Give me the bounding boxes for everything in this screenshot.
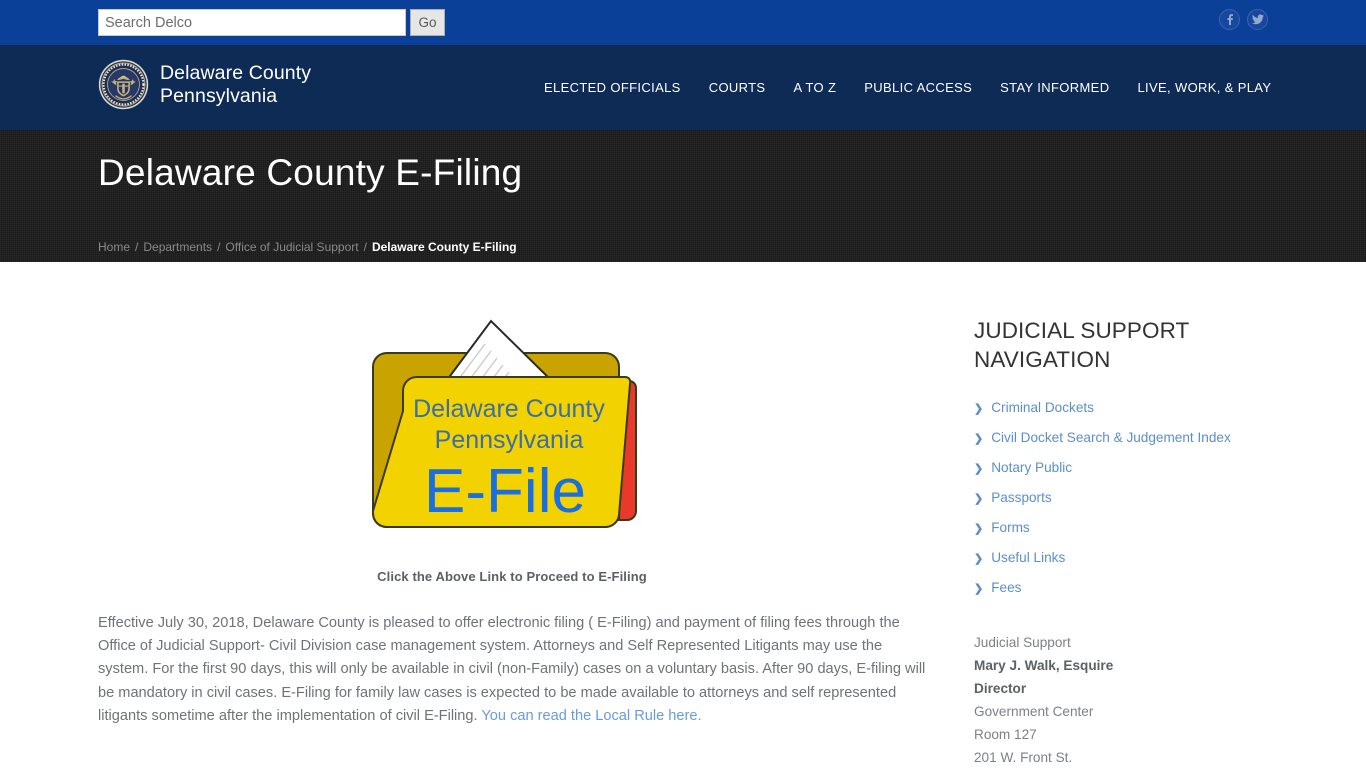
search-input[interactable] (98, 9, 406, 36)
list-item: ❯ Civil Docket Search & Judgement Index (974, 422, 1274, 452)
local-rule-link[interactable]: You can read the Local Rule here. (481, 708, 701, 724)
list-item: ❯ Forms (974, 512, 1274, 542)
sidebar-item-useful-links[interactable]: ❯ Useful Links (974, 542, 1274, 572)
contact-name: Mary J. Walk, Esquire (974, 658, 1114, 673)
breadcrumb-separator: / (217, 240, 221, 254)
nav-item-elected-officials[interactable]: ELECTED OFFICIALS (530, 80, 695, 95)
page-title: Delaware County E-Filing (98, 152, 523, 193)
breadcrumb-item-current: Delaware County E-Filing (371, 240, 517, 254)
sidebar-item-label: Notary Public (991, 459, 1073, 475)
search-form: Go (98, 9, 445, 36)
chevron-right-icon: ❯ (974, 432, 984, 445)
efile-caption: Click the Above Link to Proceed to E-Fil… (377, 569, 647, 584)
nav-item-courts[interactable]: COURTS (695, 80, 780, 95)
page-banner: Delaware County E-Filing Home / Departme… (0, 130, 1366, 262)
facebook-icon[interactable] (1219, 9, 1240, 30)
chevron-right-icon: ❯ (974, 492, 984, 505)
efile-figure: Delaware County Pennsylvania E-File Clic… (98, 262, 926, 584)
top-utility-bar: Go (0, 0, 1366, 45)
contact-building: Government Center (974, 704, 1094, 719)
county-seal-icon (98, 59, 149, 110)
sidebar-item-civil-docket-search[interactable]: ❯ Civil Docket Search & Judgement Index (974, 422, 1274, 452)
nav-item-live-work-play[interactable]: LIVE, WORK, & PLAY (1123, 80, 1285, 95)
sidebar-item-label: Passports (991, 489, 1052, 505)
twitter-icon[interactable] (1247, 9, 1268, 30)
sidebar-nav-list: ❯ Criminal Dockets ❯ Civil Docket Search… (974, 374, 1274, 602)
page-content: Delaware County Pennsylvania E-File Clic… (0, 262, 1366, 768)
sidebar-item-label: Criminal Dockets (991, 399, 1094, 415)
sidebar-item-label: Civil Docket Search & Judgement Index (991, 429, 1231, 445)
chevron-right-icon: ❯ (974, 462, 984, 475)
list-item: ❯ Notary Public (974, 452, 1274, 482)
contact-role: Director (974, 681, 1027, 696)
sidebar-item-fees[interactable]: ❯ Fees (974, 572, 1274, 602)
site-header: Delaware County Pennsylvania ELECTED OFF… (0, 45, 1366, 130)
contact-room: Room 127 (974, 727, 1037, 742)
chevron-right-icon: ❯ (974, 522, 984, 535)
sidebar-item-notary-public[interactable]: ❯ Notary Public (974, 452, 1274, 482)
main-column: Delaware County Pennsylvania E-File Clic… (98, 262, 926, 728)
chevron-right-icon: ❯ (974, 552, 984, 565)
sidebar-item-label: Useful Links (991, 549, 1066, 565)
efile-line2: Pennsylvania (435, 426, 584, 454)
efile-line3: E-File (424, 457, 586, 526)
chevron-right-icon: ❯ (974, 402, 984, 415)
nav-item-stay-informed[interactable]: STAY INFORMED (986, 80, 1123, 95)
nav-item-a-to-z[interactable]: A TO Z (779, 80, 850, 95)
sidebar-item-label: Forms (991, 519, 1030, 535)
brand-title: Delaware County Pennsylvania (160, 61, 312, 107)
site-brand[interactable]: Delaware County Pennsylvania (98, 59, 311, 110)
efile-line1: Delaware County (413, 395, 605, 423)
contact-block: Judicial Support Mary J. Walk, Esquire D… (974, 602, 1274, 768)
contact-department: Judicial Support (974, 635, 1071, 650)
list-item: ❯ Passports (974, 482, 1274, 512)
list-item: ❯ Fees (974, 572, 1274, 602)
breadcrumb-item-home[interactable]: Home (98, 240, 130, 254)
sidebar-item-passports[interactable]: ❯ Passports (974, 482, 1274, 512)
contact-street: 201 W. Front St. (974, 750, 1073, 765)
breadcrumb-item-departments[interactable]: Departments (143, 240, 212, 254)
social-links (1219, 9, 1268, 30)
chevron-right-icon: ❯ (974, 582, 984, 595)
body-paragraph: Effective July 30, 2018, Delaware County… (98, 584, 926, 728)
breadcrumb: Home / Departments / Office of Judicial … (98, 240, 517, 254)
breadcrumb-item-office-of-judicial-support[interactable]: Office of Judicial Support (225, 240, 358, 254)
search-go-button[interactable]: Go (410, 9, 445, 36)
nav-item-public-access[interactable]: PUBLIC ACCESS (850, 80, 986, 95)
sidebar-item-criminal-dockets[interactable]: ❯ Criminal Dockets (974, 392, 1274, 422)
efile-folder-link[interactable]: Delaware County Pennsylvania E-File (357, 315, 667, 550)
list-item: ❯ Criminal Dockets (974, 392, 1274, 422)
sidebar: JUDICIAL SUPPORT NAVIGATION ❯ Criminal D… (974, 262, 1274, 768)
sidebar-title: JUDICIAL SUPPORT NAVIGATION (974, 318, 1189, 372)
breadcrumb-separator: / (135, 240, 139, 254)
main-navigation: ELECTED OFFICIALS COURTS A TO Z PUBLIC A… (530, 45, 1285, 130)
list-item: ❯ Useful Links (974, 542, 1274, 572)
sidebar-item-label: Fees (991, 579, 1022, 595)
breadcrumb-separator: / (363, 240, 367, 254)
sidebar-item-forms[interactable]: ❯ Forms (974, 512, 1274, 542)
efile-folder-icon: Delaware County Pennsylvania E-File (372, 319, 637, 528)
